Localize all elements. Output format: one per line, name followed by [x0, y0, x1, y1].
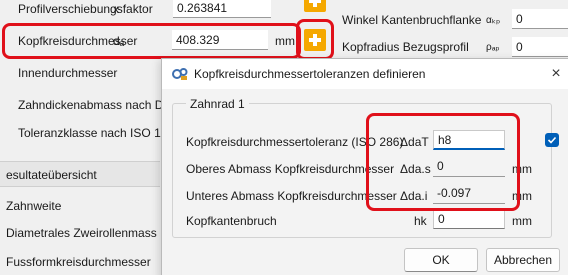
upper-deviation-label: Oberes Abmass Kopfkreisdurchmesser — [186, 162, 395, 176]
plus-button-top[interactable] — [304, 0, 326, 12]
tip-diameter-field[interactable]: 408.329 — [172, 30, 268, 50]
check-icon — [547, 136, 557, 144]
tip-edge-break-unit: mm — [512, 214, 532, 228]
profile-shift-field[interactable]: 0.263841 — [173, 0, 271, 18]
tolerance-dialog: Kopfkreisdurchmessertoleranzen definiere… — [161, 58, 568, 275]
cancel-button[interactable]: Abbrechen — [486, 248, 560, 272]
plus-icon — [309, 0, 321, 7]
dialog-titlebar: Kopfkreisdurchmessertoleranzen definiere… — [162, 59, 568, 89]
tooth-thickness-label: Zahndickenabmass nach DI — [18, 98, 167, 112]
list-item[interactable]: Diametrales Zweirollenmass — [0, 221, 160, 245]
edge-break-flank-field[interactable]: 0 — [512, 9, 568, 29]
tip-edge-break-label: Kopfkantenbruch — [186, 214, 277, 228]
group-title: Zahnrad 1 — [186, 97, 249, 111]
results-overview-header[interactable]: esultateübersicht — [0, 161, 160, 187]
edge-break-flank-symbol: αₖₚ — [486, 15, 501, 26]
profile-shift-symbol: x — [113, 2, 119, 16]
tolerance-iso-symbol: ΔdaT — [400, 135, 429, 149]
gear-icon — [172, 68, 188, 80]
close-icon[interactable]: × — [546, 64, 566, 84]
tolerance-checkbox[interactable] — [545, 133, 559, 147]
upper-deviation-field: 0 — [433, 157, 505, 177]
edge-break-flank-label: Winkel Kantenbruchflanke — [342, 13, 482, 27]
profile-shift-label: Profilverschiebungsfaktor — [18, 2, 153, 16]
tolerance-class-label: Toleranzklasse nach ISO 132 — [18, 126, 175, 140]
dialog-title: Kopfkreisdurchmessertoleranzen definiere… — [194, 67, 426, 81]
list-item[interactable]: Zahnweite — [0, 194, 160, 218]
ok-button[interactable]: OK — [404, 248, 478, 272]
upper-deviation-symbol: Δda.s — [400, 162, 431, 176]
plus-icon — [309, 34, 321, 46]
tip-radius-label: Kopfradius Bezugsprofil — [342, 40, 469, 54]
list-item[interactable]: Fussformkreisdurchmesser — [0, 250, 160, 274]
tip-radius-field[interactable]: 0 — [512, 37, 568, 57]
tip-edge-break-symbol: hk — [414, 214, 427, 228]
lower-deviation-field: -0.097 — [433, 184, 505, 204]
tip-radius-symbol: ρₐₚ — [486, 42, 500, 53]
root-diameter-label: Innendurchmesser — [18, 66, 118, 80]
lower-deviation-label: Unteres Abmass Kopfkreisdurchmesser — [186, 189, 397, 203]
lower-deviation-unit: mm — [512, 189, 532, 203]
tolerance-iso-input[interactable]: h8 — [433, 130, 505, 150]
upper-deviation-unit: mm — [512, 162, 532, 176]
lower-deviation-symbol: Δda.i — [400, 189, 428, 203]
tip-edge-break-input[interactable]: 0 — [433, 209, 505, 229]
tip-diameter-tolerance-button[interactable] — [304, 29, 326, 51]
tolerance-iso-label: Kopfkreisdurchmessertoleranz (ISO 286) — [186, 135, 404, 149]
tip-diameter-symbol: dₐ — [113, 34, 125, 48]
tip-diameter-unit: mm — [275, 34, 295, 48]
